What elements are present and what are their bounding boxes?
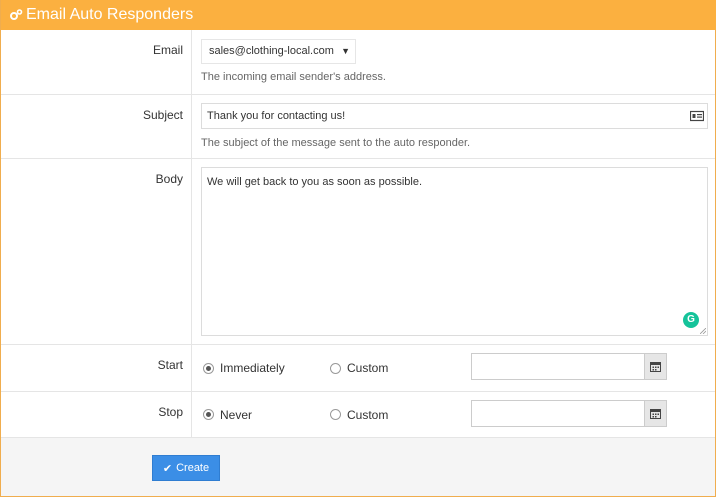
radio-checked-icon	[203, 362, 214, 374]
body-textarea-value: We will get back to you as soon as possi…	[207, 176, 423, 188]
stop-never-label: Never	[220, 407, 253, 422]
email-select[interactable]: sales@clothing-local.com ▼	[201, 39, 356, 64]
stop-content: Never Custom	[193, 392, 715, 437]
email-label: Email	[152, 43, 183, 57]
start-custom-group: Custom	[330, 345, 388, 391]
start-date-input[interactable]	[471, 353, 667, 380]
body-textarea[interactable]: We will get back to you as soon as possi…	[201, 167, 708, 336]
stop-label-cell: Stop	[1, 392, 192, 437]
email-row: Email sales@clothing-local.com ▼ The inc…	[1, 30, 715, 94]
subject-input-value: Thank you for contacting us!	[207, 110, 346, 122]
radio-unchecked-icon	[330, 409, 341, 420]
body-label: Body	[155, 172, 183, 186]
grammarly-icon[interactable]: G	[683, 312, 699, 328]
start-calendar-button[interactable]	[644, 354, 666, 379]
start-immediately-radio[interactable]: Immediately	[203, 361, 285, 375]
start-label: Start	[157, 358, 183, 372]
calendar-icon	[650, 362, 661, 372]
email-select-value: sales@clothing-local.com	[209, 45, 334, 57]
panel-header: Email Auto Responders	[1, 0, 716, 30]
caret-down-icon: ▼	[341, 46, 350, 56]
create-button-label: Create	[176, 462, 210, 474]
start-custom-radio[interactable]: Custom	[330, 361, 388, 375]
stop-label: Stop	[158, 405, 183, 419]
form-footer: ✔ Create	[1, 437, 715, 496]
start-custom-label: Custom	[347, 361, 389, 375]
stop-never-radio[interactable]: Never	[203, 408, 252, 422]
start-immediately-label: Immediately	[220, 361, 285, 375]
stop-custom-label: Custom	[347, 407, 389, 422]
check-icon: ✔	[162, 462, 173, 475]
stop-date-input[interactable]	[471, 400, 667, 427]
page-title: Email Auto Responders	[26, 6, 194, 23]
body-row: Body We will get back to you as soon as …	[1, 158, 715, 344]
subject-help-text: The subject of the message sent to the a…	[201, 137, 471, 149]
stop-calendar-button[interactable]	[644, 401, 666, 426]
body-content: We will get back to you as soon as possi…	[193, 159, 715, 344]
address-card-icon[interactable]	[690, 110, 704, 122]
subject-label-cell: Subject	[1, 95, 192, 158]
stop-custom-group: Custom	[330, 392, 388, 437]
subject-row: Subject Thank you for contacting us! The…	[1, 94, 715, 158]
stop-custom-radio[interactable]: Custom	[330, 408, 388, 422]
start-row: Start Immediately Custom	[1, 344, 715, 391]
subject-input[interactable]: Thank you for contacting us!	[201, 103, 708, 129]
radio-unchecked-icon	[330, 362, 341, 374]
start-immediately-group: Immediately	[203, 345, 285, 391]
start-label-cell: Start	[1, 345, 192, 391]
stop-never-group: Never	[203, 392, 252, 437]
gears-icon	[10, 9, 23, 20]
body-label-cell: Body	[1, 159, 192, 344]
calendar-icon	[650, 409, 661, 419]
create-button[interactable]: ✔ Create	[152, 455, 220, 481]
subject-content: Thank you for contacting us! The subject…	[193, 95, 715, 158]
auto-responder-panel: Email Auto Responders Email sales@clothi…	[0, 0, 716, 497]
stop-row: Stop Never Custom	[1, 391, 715, 437]
radio-checked-icon	[203, 409, 214, 420]
resize-grip-icon[interactable]	[700, 328, 706, 334]
email-label-cell: Email	[1, 30, 192, 94]
email-help-text: The incoming email sender's address.	[201, 71, 386, 83]
start-content: Immediately Custom	[193, 345, 715, 391]
subject-label: Subject	[142, 108, 183, 122]
email-content: sales@clothing-local.com ▼ The incoming …	[193, 30, 715, 94]
